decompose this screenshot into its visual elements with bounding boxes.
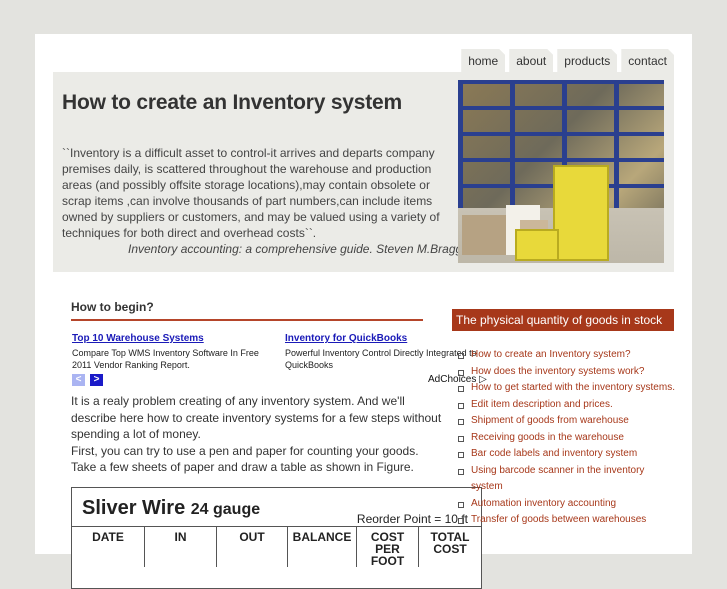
- header-quote: ``Inventory is a difficult asset to cont…: [62, 146, 440, 240]
- ad-prev-button[interactable]: <: [72, 374, 85, 386]
- ad-next-button[interactable]: >: [90, 374, 103, 386]
- cardboard-box-shape: [462, 215, 512, 255]
- page-title: How to create an Inventory system: [62, 91, 403, 114]
- section-heading: How to begin?: [71, 300, 423, 321]
- figure-title: Sliver Wire 24 gauge: [82, 497, 260, 520]
- inventory-card-figure: Sliver Wire 24 gauge Reorder Point = 10 …: [71, 487, 482, 589]
- sidebar-item[interactable]: Bar code labels and inventory system: [458, 446, 678, 463]
- paragraph: First, you can try to use a pen and pape…: [71, 443, 419, 475]
- article-body: It is a realy problem creating of any in…: [71, 393, 446, 476]
- sidebar-item[interactable]: Edit item description and prices.: [458, 397, 678, 414]
- column-header: COST PER FOOT: [357, 527, 419, 567]
- ad-link[interactable]: Inventory for QuickBooks: [285, 333, 495, 345]
- sidebar-heading: The physical quantity of goods in stock: [452, 309, 674, 331]
- header-banner: How to create an Inventory system ``Inve…: [53, 72, 674, 272]
- sidebar-item[interactable]: Transfer of goods between warehouses: [458, 512, 678, 529]
- tab-home[interactable]: home: [461, 49, 505, 74]
- page-container: home about products contact How to creat…: [35, 34, 692, 589]
- forklift-shape: [515, 165, 609, 261]
- tab-about[interactable]: about: [509, 49, 553, 74]
- sidebar-menu: How to create an Inventory system? How d…: [458, 347, 678, 529]
- quote-citation: Inventory accounting: a comprehensive gu…: [128, 242, 463, 256]
- paragraph: It is a realy problem creating of any in…: [71, 394, 442, 441]
- sidebar-item[interactable]: Shipment of goods from warehouse: [458, 413, 678, 430]
- tab-contact[interactable]: contact: [621, 49, 674, 74]
- ad-unit: Top 10 Warehouse Systems Compare Top WMS…: [72, 333, 277, 371]
- figure-table-header: DATE IN OUT BALANCE COST PER FOOT TOTAL …: [72, 526, 481, 567]
- figure-title-main: Sliver Wire: [82, 497, 186, 519]
- column-header: BALANCE: [288, 527, 357, 567]
- ad-text: Compare Top WMS Inventory Software In Fr…: [72, 348, 259, 370]
- sidebar-item[interactable]: How does the inventory systems work?: [458, 364, 678, 381]
- sidebar-item[interactable]: How to get started with the inventory sy…: [458, 380, 678, 397]
- column-header: DATE: [72, 527, 145, 567]
- figure-subtitle: 24 gauge: [190, 501, 261, 518]
- reorder-point: Reorder Point = 10 ft: [356, 512, 468, 526]
- top-nav: home about products contact: [461, 49, 674, 74]
- warehouse-image: [458, 80, 664, 263]
- sidebar-item[interactable]: How to create an Inventory system?: [458, 347, 678, 364]
- tab-products[interactable]: products: [557, 49, 617, 74]
- column-header: TOTAL COST: [430, 530, 470, 556]
- ad-text: Powerful Inventory Control Directly Inte…: [285, 348, 477, 370]
- sidebar-item[interactable]: Receiving goods in the warehouse: [458, 430, 678, 447]
- sidebar-item[interactable]: Automation inventory accounting: [458, 496, 678, 513]
- column-header: IN: [145, 527, 217, 567]
- column-header: OUT: [217, 527, 288, 567]
- sidebar-item[interactable]: Using barcode scanner in the inventory s…: [458, 463, 678, 496]
- ad-link[interactable]: Top 10 Warehouse Systems: [72, 333, 277, 345]
- page-margin: [692, 0, 727, 545]
